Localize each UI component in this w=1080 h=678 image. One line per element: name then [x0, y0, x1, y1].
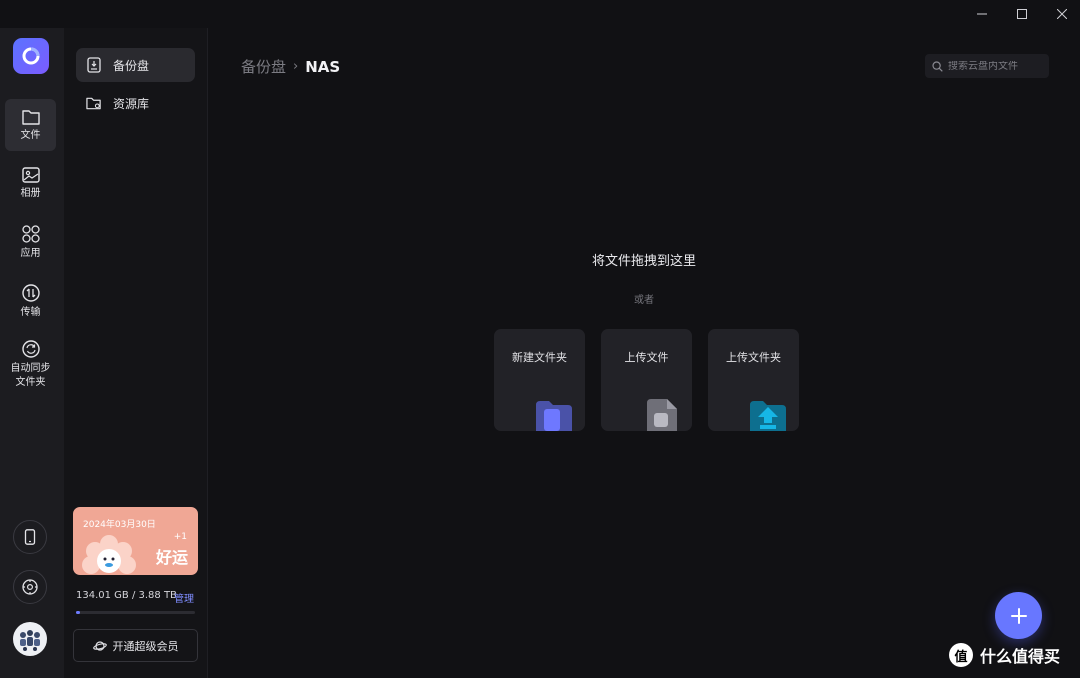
new-folder-icon — [536, 401, 572, 431]
rail-item-label: 应用 — [20, 247, 41, 259]
manage-storage-link[interactable]: 管理 — [174, 590, 194, 605]
flower-mascot-icon — [82, 535, 136, 574]
breadcrumb-current: NAS — [305, 57, 341, 76]
sidebar-item-backup-disk[interactable]: 备份盘 — [76, 48, 195, 82]
card-label: 新建文件夹 — [512, 351, 567, 364]
card-label: 上传文件 — [624, 351, 669, 364]
settings-icon — [22, 579, 38, 595]
rail-item-label: 自动同步 文件夹 — [10, 362, 51, 388]
rail-item-apps[interactable]: 应用 — [5, 217, 56, 267]
resource-library-icon — [86, 95, 102, 111]
phone-button[interactable] — [13, 520, 47, 554]
rail-item-photos[interactable]: 相册 — [5, 158, 56, 208]
vip-upgrade-label: 开通超级会员 — [112, 639, 179, 653]
logo-icon — [22, 47, 40, 65]
watermark: 值 什么值得买 — [949, 643, 1060, 667]
maximize-icon — [1017, 9, 1027, 19]
close-button[interactable] — [1044, 0, 1080, 28]
card-label: 上传文件夹 — [726, 351, 781, 364]
sidebar-item-resource-library[interactable]: 资源库 — [76, 86, 195, 120]
avatar[interactable] — [13, 622, 47, 656]
planet-icon — [92, 640, 107, 651]
plus-icon — [1010, 607, 1027, 624]
sync-icon — [21, 339, 40, 358]
upload-folder-icon — [750, 401, 786, 431]
main-content: 备份盘 › NAS 将文件拖拽到这里 或者 新建文件夹 上传文件 上传文件夹 — [208, 28, 1080, 678]
promo-luck: 好运 — [155, 548, 188, 567]
avatar-image — [20, 630, 40, 651]
drop-zone-title: 将文件拖拽到这里 — [591, 254, 696, 269]
maximize-button[interactable] — [1004, 0, 1040, 28]
watermark-text: 什么值得买 — [980, 647, 1061, 666]
rail-item-files[interactable]: 文件 — [5, 99, 56, 151]
or-label: 或者 — [634, 295, 654, 306]
apps-icon — [21, 224, 40, 243]
upload-file-card[interactable]: 上传文件 — [601, 329, 692, 431]
breadcrumb: 备份盘 › NAS — [241, 56, 340, 77]
sidebar-item-label: 资源库 — [113, 96, 150, 111]
backup-disk-icon — [86, 57, 102, 73]
rail-item-transfer[interactable]: 传输 — [5, 276, 56, 326]
breadcrumb-separator: › — [293, 59, 299, 74]
rail-item-label: 传输 — [20, 306, 41, 318]
promo-plus: +1 — [173, 532, 187, 542]
rail-item-label: 相册 — [20, 187, 41, 199]
app-logo[interactable] — [13, 38, 49, 74]
storage-usage: 134.01 GB / 3.88 TB — [76, 590, 177, 601]
daily-fortune-banner[interactable]: 2024年03月30日 +1 好运 — [73, 507, 198, 575]
sidebar-item-label: 备份盘 — [113, 58, 150, 73]
promo-date: 2024年03月30日 — [83, 520, 156, 530]
rail-item-auto-sync[interactable]: 自动同步 文件夹 — [5, 334, 56, 394]
search-icon — [932, 60, 943, 72]
settings-button[interactable] — [13, 570, 47, 604]
upload-file-icon — [647, 399, 677, 431]
title-bar — [0, 0, 1080, 28]
photo-icon — [21, 166, 40, 183]
watermark-logo: 值 — [949, 643, 973, 667]
minimize-button[interactable] — [964, 0, 1000, 28]
search-box[interactable] — [925, 54, 1049, 78]
phone-icon — [24, 529, 36, 545]
breadcrumb-root[interactable]: 备份盘 — [241, 56, 286, 77]
add-fab-button[interactable] — [995, 592, 1042, 639]
storage-progress-bar — [76, 611, 195, 614]
transfer-icon — [21, 283, 40, 302]
search-input[interactable] — [948, 60, 1043, 72]
minimize-icon — [977, 13, 987, 15]
sidebar: 备份盘 资源库 2024年03月30日 +1 好运 134.01 GB / 3.… — [64, 28, 208, 678]
folder-icon — [21, 109, 40, 125]
vip-upgrade-button[interactable]: 开通超级会员 — [73, 629, 198, 662]
rail-item-label: 文件 — [20, 129, 41, 141]
nav-rail: 文件 相册 应用 传输 自动同步 文件夹 — [0, 28, 64, 678]
storage-progress-fill — [76, 611, 81, 614]
close-icon — [1057, 9, 1067, 19]
upload-folder-card[interactable]: 上传文件夹 — [708, 329, 799, 431]
new-folder-card[interactable]: 新建文件夹 — [494, 329, 585, 431]
